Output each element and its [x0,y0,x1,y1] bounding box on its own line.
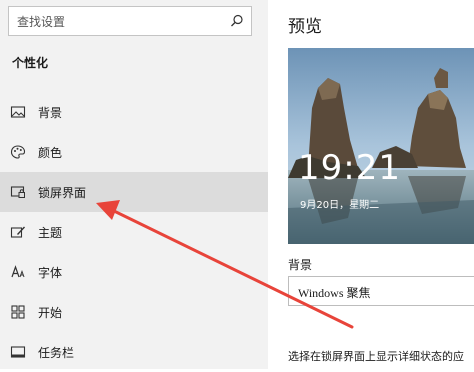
sidebar-item-start[interactable]: 开始 [0,292,268,332]
sidebar-item-label: 字体 [38,266,63,280]
main-content: 预览 19:21 9月20日，星期二 背景 Windows 聚焦 选择在锁屏界面… [268,0,474,369]
section-title: 个性化 [12,56,49,70]
sidebar-item-background[interactable]: 背景 [0,92,268,132]
preview-clock: 19:21 [298,148,401,188]
palette-icon [10,145,26,159]
background-label: 背景 [288,258,313,272]
preview-date: 9月20日，星期二 [300,200,380,211]
start-grid-icon [11,305,25,319]
font-icon [11,265,25,278]
lock-screen-status-description: 选择在锁屏界面上显示详细状态的应 [288,350,464,363]
sidebar-item-taskbar[interactable]: 任务栏 [0,332,268,372]
sidebar-item-lock-screen[interactable]: 锁屏界面 [0,172,268,212]
lock-screen-icon [10,186,25,198]
background-dropdown-value: Windows 聚焦 [298,286,371,300]
sidebar-item-label: 主题 [38,226,63,240]
sidebar-item-themes[interactable]: 主题 [0,212,268,252]
settings-sidebar: 查找设置 个性化 背景 颜色 锁屏界面 主题 字体 开始 任务栏 [0,0,268,369]
background-dropdown[interactable]: Windows 聚焦 [288,276,474,306]
sidebar-item-label: 任务栏 [38,346,75,360]
search-icon[interactable] [229,13,245,29]
sidebar-item-label: 背景 [38,106,63,120]
theme-brush-icon [10,226,25,238]
search-placeholder: 查找设置 [17,15,66,29]
sidebar-item-fonts[interactable]: 字体 [0,252,268,292]
sidebar-item-label: 锁屏界面 [38,186,87,200]
sidebar-item-label: 开始 [38,306,63,320]
preview-landscape-image [288,48,474,244]
sidebar-item-colors[interactable]: 颜色 [0,132,268,172]
page-title: 预览 [288,17,322,37]
lock-screen-preview: 19:21 9月20日，星期二 [288,48,474,244]
picture-icon [10,106,26,118]
search-input[interactable]: 查找设置 [8,6,252,36]
taskbar-icon [10,346,26,358]
sidebar-item-label: 颜色 [38,146,63,160]
